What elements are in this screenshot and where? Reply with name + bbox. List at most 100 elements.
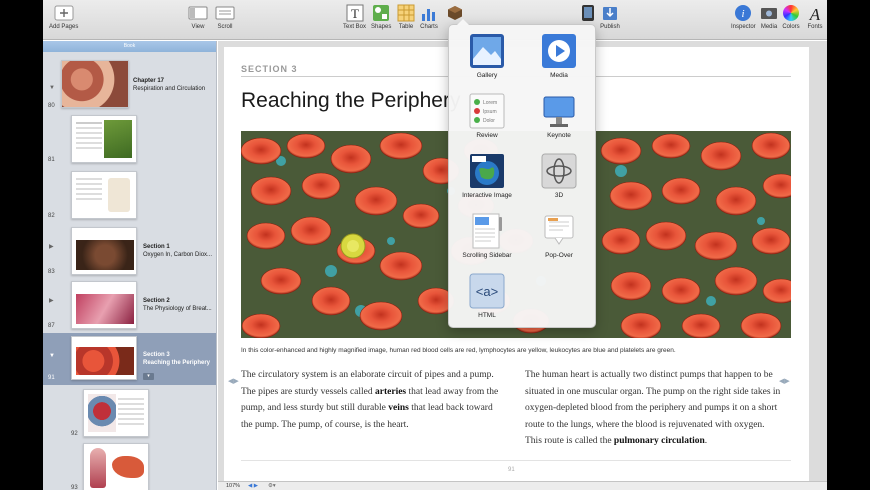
disclosure-arrow-icon[interactable]: ▼ [49, 85, 55, 91]
publish-button[interactable]: Publish [600, 4, 620, 30]
page-thumbnail-sidebar: Book ▼ 80 Chapter 17 Respiration and Circ… [43, 41, 217, 490]
disclosure-arrow-icon[interactable]: ▶ [49, 297, 54, 304]
pop-over-icon [541, 213, 577, 249]
widget-label: HTML [478, 312, 496, 319]
fonts-button[interactable]: A Fonts [805, 4, 825, 30]
sidebar-item-label: Section 3 Reaching the Periphery [143, 352, 211, 366]
inspector-button[interactable]: i Inspector [731, 4, 756, 30]
section-label[interactable]: SECTION 3 [241, 64, 298, 74]
widget-label: Gallery [476, 72, 498, 79]
page-thumbnail [61, 60, 129, 108]
disclosure-arrow-icon[interactable]: ▶ [49, 243, 54, 250]
3d-icon [541, 153, 577, 189]
toolbar: Add Pages View Scroll T Text Box Shapes [43, 0, 827, 40]
inspector-label: Inspector [731, 24, 756, 30]
page-thumbnail [83, 443, 149, 490]
widget-media[interactable]: Media [524, 33, 594, 79]
media-icon [759, 4, 779, 22]
widget-keynote[interactable]: Keynote [524, 93, 594, 139]
charts-button[interactable]: Charts [419, 4, 439, 30]
text-box-label: Text Box [343, 24, 367, 30]
text-box-button[interactable]: T Text Box [343, 4, 366, 30]
view-icon [188, 4, 208, 22]
page-number: 83 [48, 269, 55, 275]
disclosure-arrow-icon[interactable]: ▼ [49, 353, 55, 359]
sidebar-item-page-81[interactable]: 81 [43, 113, 216, 167]
keynote-icon [541, 93, 577, 129]
page-thumbnail [83, 389, 149, 437]
widget-pop-over[interactable]: Pop-Over [524, 213, 594, 259]
widget-scrolling-sidebar[interactable]: Scrolling Sidebar [452, 213, 522, 259]
media-play-icon [541, 33, 577, 69]
sidebar-item-label: Section 2 The Physiology of Breat... [143, 298, 212, 312]
scroll-icon [215, 4, 235, 22]
inspector-info-icon: i [733, 4, 753, 22]
text-box-icon: T [345, 4, 365, 22]
sidebar-header: Book [43, 41, 216, 52]
view-button[interactable]: View [188, 4, 208, 30]
shapes-icon [371, 4, 391, 22]
zoom-level[interactable]: 107% [226, 483, 240, 489]
widget-label: Media [550, 72, 568, 79]
body-text-left[interactable]: The circulatory system is an elaborate c… [241, 367, 499, 433]
scroll-button[interactable]: Scroll [215, 4, 235, 30]
widget-label: Pop-Over [545, 252, 573, 259]
scrolling-sidebar-icon [469, 213, 505, 249]
shapes-label: Shapes [371, 24, 392, 30]
sidebar-item-section-2[interactable]: ▶ 87 Section 2 The Physiology of Breat... [43, 279, 216, 333]
sidebar-item-label: Section 1 Oxygen In, Carbon Diox... [143, 244, 213, 258]
colors-button[interactable]: Colors [781, 4, 801, 30]
view-label: View [191, 24, 205, 30]
expand-badge-icon[interactable]: ▾ [143, 373, 154, 380]
page-number: 93 [71, 485, 78, 490]
plus-icon [54, 4, 74, 22]
image-caption[interactable]: In this color-enhanced and highly magnif… [241, 347, 791, 354]
sidebar-item-page-92[interactable]: 92 [43, 387, 216, 441]
body-text-right[interactable]: The human heart is actually two distinct… [525, 367, 783, 450]
page-number-footer: 91 [508, 467, 515, 473]
publish-icon [600, 4, 620, 22]
html-icon: <a> [469, 273, 505, 309]
action-gear-icon[interactable]: ⚙▾ [268, 483, 276, 489]
svg-text:i: i [742, 8, 745, 20]
widget-review[interactable]: Lorem Ipsum Dolor Review [452, 93, 522, 139]
table-label: Table [398, 24, 414, 30]
widgets-popover: Gallery Media Lorem Ipsum Dolor Review K… [448, 19, 596, 328]
widget-label: Keynote [547, 132, 571, 139]
sidebar-item-chapter-17[interactable]: ▼ 80 Chapter 17 Respiration and Circulati… [43, 55, 216, 111]
page-thumbnail [71, 171, 137, 219]
widget-label: Review [476, 132, 498, 139]
sidebar-item-section-3[interactable]: ▼ 91 Section 3 Reaching the Periphery ▾ [43, 333, 216, 385]
add-pages-button[interactable]: Add Pages [49, 4, 78, 30]
device-preview-icon [578, 4, 598, 22]
widget-label: Interactive Image [462, 192, 512, 199]
preview-button[interactable] [578, 4, 598, 22]
table-icon [396, 4, 416, 22]
sidebar-item-section-1[interactable]: ▶ 83 Section 1 Oxygen In, Carbon Diox... [43, 225, 216, 279]
publish-label: Publish [600, 24, 620, 30]
page-number: 80 [48, 103, 55, 109]
svg-text:Lorem: Lorem [483, 100, 497, 106]
page-thumbnail [71, 281, 137, 329]
page-heading[interactable]: Reaching the Periphery [241, 89, 460, 113]
review-icon: Lorem Ipsum Dolor [469, 93, 505, 129]
sidebar-item-page-93[interactable]: 93 [43, 441, 216, 490]
interactive-image-icon [469, 153, 505, 189]
sidebar-item-page-82[interactable]: 82 [43, 169, 216, 223]
widget-html[interactable]: <a> HTML [452, 273, 522, 319]
page-number: 81 [48, 157, 55, 163]
widget-interactive-image[interactable]: Interactive Image [452, 153, 522, 199]
table-button[interactable]: Table [396, 4, 416, 30]
column-handle-right-icon[interactable]: ◀▶ [779, 377, 790, 385]
widget-gallery[interactable]: Gallery [452, 33, 522, 79]
page-number: 87 [48, 323, 55, 329]
page-thumbnail [71, 336, 137, 380]
column-handle-left-icon[interactable]: ◀▶ [228, 377, 239, 385]
media-button[interactable]: Media [759, 4, 779, 30]
svg-text:Dolor: Dolor [483, 118, 495, 124]
svg-text:A: A [809, 5, 821, 22]
shapes-button[interactable]: Shapes [371, 4, 391, 30]
widget-3d[interactable]: 3D [524, 153, 594, 199]
page-nav-arrows-icon[interactable]: ◀ ▶ [248, 483, 258, 489]
add-pages-label: Add Pages [49, 24, 79, 30]
